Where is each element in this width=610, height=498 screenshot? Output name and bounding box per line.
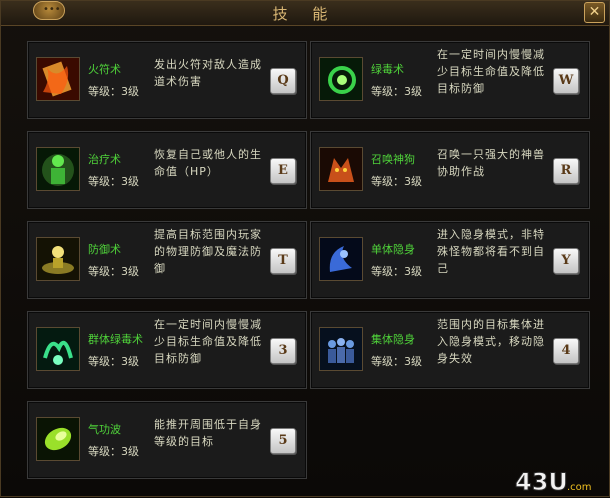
title-bar: ••• 技 能 ✕ [1,1,609,26]
skill-description: 范围内的目标集体进入隐身模式，移动隐身失效 [437,318,545,365]
hotkey-button[interactable]: Q [270,68,296,94]
skill-description: 发出火符对敌人造成道术伤害 [154,58,262,88]
skill-description: 进入隐身模式，非特殊怪物都将看不到自己 [437,228,545,275]
skill-description: 在一定时间内慢慢减少目标生命值及降低目标防御 [154,318,262,365]
site-logo: 43U .com [513,468,601,497]
skill-card-summon-beast[interactable]: 召唤神狗 等级：3级 召唤一只强大的神兽协助作战 R [310,131,590,209]
skill-level: 等级：3级 [371,265,422,278]
skills-window: ••• 技 能 ✕ 火符术 等级：3级 发出火符对敌人造成道术伤害 Q 绿毒术 … [0,0,610,497]
hotkey-button[interactable]: 5 [270,428,296,454]
skill-name: 集体隐身 [371,333,415,346]
skill-name: 绿毒术 [371,63,404,76]
close-button[interactable]: ✕ [584,2,605,23]
skill-name: 气功波 [88,423,121,436]
skill-name: 火符术 [88,63,121,76]
skill-card-fire-talisman[interactable]: 火符术 等级：3级 发出火符对敌人造成道术伤害 Q [27,41,307,119]
skill-description: 提高目标范围内玩家的物理防御及魔法防御 [154,228,262,275]
skill-description: 恢复自己或他人的生命值（HP） [154,148,262,178]
skill-level: 等级：3级 [371,355,422,368]
hotkey-button[interactable]: 4 [553,338,579,364]
mass-poison-icon[interactable] [36,327,80,371]
skill-level: 等级：3级 [88,355,139,368]
skill-level: 等级：3级 [88,175,139,188]
skill-level: 等级：3级 [371,85,422,98]
healing-icon[interactable] [36,147,80,191]
skill-card-stealth[interactable]: 单体隐身 等级：3级 进入隐身模式，非特殊怪物都将看不到自己 Y [310,221,590,299]
skill-card-healing[interactable]: 治疗术 等级：3级 恢复自己或他人的生命值（HP） E [27,131,307,209]
summon-beast-icon[interactable] [319,147,363,191]
hotkey-button[interactable]: T [270,248,296,274]
close-icon: ✕ [588,4,601,20]
stealth-icon[interactable] [319,237,363,281]
fire-talisman-icon[interactable] [36,57,80,101]
logo-text: 43U [515,468,568,494]
skill-level: 等级：3级 [88,85,139,98]
skill-level: 等级：3级 [88,265,139,278]
skill-level: 等级：3级 [371,175,422,188]
hotkey-button[interactable]: R [553,158,579,184]
skill-description: 在一定时间内慢慢减少目标生命值及降低目标防御 [437,48,545,95]
skill-card-group-stealth[interactable]: 集体隐身 等级：3级 范围内的目标集体进入隐身模式，移动隐身失效 4 [310,311,590,389]
window-title: 技 能 [272,5,338,23]
skill-description: 能推开周围低于自身等级的目标 [154,418,262,448]
skill-name: 单体隐身 [371,243,415,256]
hotkey-button[interactable]: 3 [270,338,296,364]
skill-card-green-poison[interactable]: 绿毒术 等级：3级 在一定时间内慢慢减少目标生命值及降低目标防御 W [310,41,590,119]
hotkey-button[interactable]: Y [553,248,579,274]
group-stealth-icon[interactable] [319,327,363,371]
skill-name: 群体绿毒术 [88,333,143,346]
skill-name: 召唤神狗 [371,153,415,166]
skill-card-qigong-wave[interactable]: 气功波 等级：3级 能推开周围低于自身等级的目标 5 [27,401,307,479]
skill-level: 等级：3级 [88,445,139,458]
qigong-wave-icon[interactable] [36,417,80,461]
hotkey-button[interactable]: E [270,158,296,184]
skill-name: 治疗术 [88,153,121,166]
skill-card-mass-poison[interactable]: 群体绿毒术 等级：3级 在一定时间内慢慢减少目标生命值及降低目标防御 3 [27,311,307,389]
defense-icon[interactable] [36,237,80,281]
hotkey-button[interactable]: W [553,68,579,94]
green-poison-icon[interactable] [319,57,363,101]
skill-card-defense[interactable]: 防御术 等级：3级 提高目标范围内玩家的物理防御及魔法防御 T [27,221,307,299]
logo-suffix: .com [567,482,592,493]
skill-name: 防御术 [88,243,121,256]
skill-description: 召唤一只强大的神兽协助作战 [437,148,545,178]
